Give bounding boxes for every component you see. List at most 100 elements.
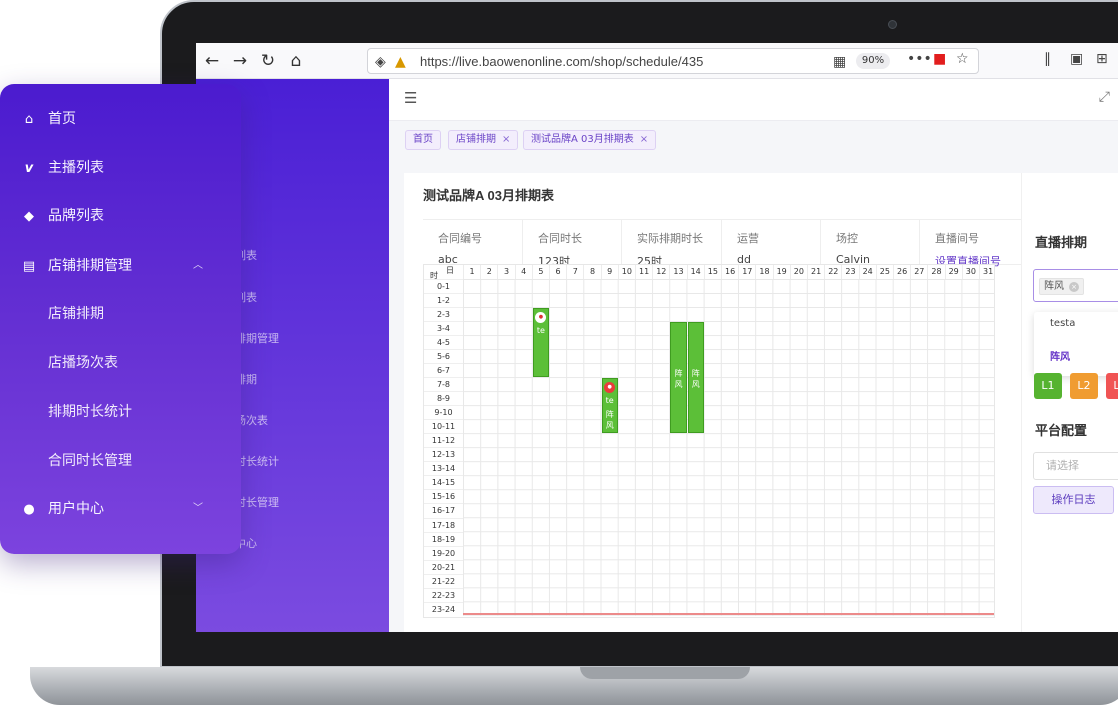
day-label: 19 [772, 265, 790, 279]
day-label: 12 [652, 265, 669, 279]
day-label: 16 [721, 265, 738, 279]
dropdown-option-testa[interactable]: testa [1034, 312, 1118, 336]
hour-label: 12-13 [424, 447, 463, 461]
home-icon[interactable]: ⌂ [286, 51, 306, 71]
sidebar-subitem-contract-duration[interactable]: 合同时长管理 [48, 449, 132, 473]
summary-controller: 场控 Calvin [821, 220, 920, 266]
schedule-panel: 测试品牌A 03月排期表 合同编号 abc 合同时长 123时 实际排期时长 25时 … [404, 173, 1118, 632]
fullscreen-icon[interactable]: ⤢ [1099, 89, 1110, 105]
address-bar[interactable]: ◈ ▲ https://live.baowenonline.com/shop/s… [367, 48, 979, 74]
sidebar-item-shop-schedule[interactable]: ▤ 店铺排期管理 ︿ [20, 254, 221, 278]
star-icon[interactable]: ☆ [956, 51, 969, 67]
day-label: 18 [755, 265, 772, 279]
schedule-event[interactable]: 阵风 [687, 322, 704, 434]
hour-label: 23-24 [424, 601, 463, 616]
main-area: ☰ ⤢ 首页 店铺排期 × 测试品牌A 03月排期表 × 测试品牌A 03月排期表 … [389, 79, 1118, 632]
day-label: 15 [703, 265, 721, 279]
sidebar-item-hosts[interactable]: v 主播列表 [20, 156, 104, 180]
sidebar-icon[interactable]: ▣ [1070, 51, 1083, 67]
hour-label: 21-22 [424, 573, 463, 588]
summary-label: 场控 [836, 232, 858, 245]
level-3-button[interactable]: L3 [1106, 373, 1118, 399]
library-icon[interactable]: ∥ [1044, 51, 1051, 67]
operation-log-button[interactable]: 操作日志 [1033, 486, 1114, 514]
day-label: 1 [463, 265, 480, 279]
hour-label: 0-1 [424, 279, 463, 293]
summary-label: 直播间号 [935, 232, 979, 245]
day-label: 27 [910, 265, 927, 279]
tab-home[interactable]: 首页 [405, 130, 441, 150]
hour-label: 19-20 [424, 545, 463, 560]
hour-label: 9-10 [424, 405, 463, 419]
shield-icon[interactable]: ◈ [375, 54, 386, 70]
hour-label: 10-11 [424, 419, 463, 433]
schedule-event[interactable]: ● te 阵风 [601, 378, 618, 434]
page-title: 测试品牌A 03月排期表 [423, 188, 554, 203]
hour-label: 18-19 [424, 531, 463, 546]
summary-actual-duration: 实际排期时长 25时 [622, 220, 722, 268]
schedule-grid: 日 时 1 2 3 4 5 6 7 8 9 10 11 12 13 14 15 16 17 18 19 20 21 22 2… [423, 264, 995, 618]
crop-icon[interactable]: ⊞ [1096, 51, 1108, 67]
tab-label: 测试品牌A 03月排期表 [531, 134, 634, 145]
axis-corner: 日 时 [424, 265, 463, 280]
contract-summary: 合同编号 abc 合同时长 123时 实际排期时长 25时 运营 dd 场控 Calvin… [423, 219, 1023, 268]
event-label: te [536, 326, 545, 336]
event-label: 阵风 [674, 369, 683, 390]
day-label: 5 [531, 265, 549, 279]
hour-label: 8-9 [424, 391, 463, 405]
event-label: te [605, 396, 614, 406]
sidebar-subitem-sessions[interactable]: 店播场次表 [48, 351, 118, 375]
day-label: 9 [600, 265, 618, 279]
home-icon: ⌂ [24, 112, 34, 127]
forward-icon[interactable]: → [230, 51, 250, 71]
hour-label: 2-3 [424, 307, 463, 321]
dropdown-option-zhenfeng[interactable]: 阵风 [1034, 346, 1118, 370]
zoom-level[interactable]: 90% [856, 53, 890, 69]
schedule-event[interactable]: 阵风 [670, 322, 687, 434]
level-1-button[interactable]: L1 [1034, 373, 1062, 399]
sidebar-item-brands[interactable]: ◆ 品牌列表 [20, 204, 104, 228]
selected-host-chip[interactable]: 阵风 × [1039, 278, 1084, 295]
sidebar-item-label: 用户中心 [48, 501, 104, 517]
day-label: 14 [686, 265, 704, 279]
schedule-event[interactable]: ● te [532, 308, 549, 378]
level-2-button[interactable]: L2 [1070, 373, 1098, 399]
warning-lock-icon[interactable]: ▲ [395, 54, 406, 70]
hour-label: 20-21 [424, 559, 463, 574]
axis-day-label: 日 [446, 266, 454, 275]
more-icon[interactable]: ••• [907, 51, 932, 67]
sidebar-subitem-duration-stats[interactable]: 排期时长统计 [48, 400, 132, 424]
day-label: 25 [875, 265, 893, 279]
browser-screen: ← → ↻ ⌂ ◈ ▲ https://live.baowenonline.co… [196, 43, 1118, 632]
day-label: 13 [669, 265, 686, 279]
summary-label: 运营 [737, 232, 759, 245]
platform-config-title: 平台配置 [1035, 423, 1088, 438]
sidebar-item-home[interactable]: ⌂ 首页 [20, 107, 76, 131]
day-label: 10 [617, 265, 635, 279]
qr-icon[interactable]: ▦ [833, 54, 846, 70]
back-icon[interactable]: ← [202, 51, 222, 71]
hour-label: 22-23 [424, 587, 463, 602]
camera-dot [888, 20, 897, 29]
platform-select[interactable]: 请选择 [1033, 452, 1118, 480]
reload-icon[interactable]: ↻ [258, 51, 278, 71]
summary-label: 合同编号 [438, 232, 482, 245]
close-icon[interactable]: × [640, 134, 648, 145]
tab-current-schedule[interactable]: 测试品牌A 03月排期表 × [523, 130, 657, 150]
day-label: 24 [858, 265, 876, 279]
hour-label: 1-2 [424, 293, 463, 307]
host-select[interactable]: 阵风 × [1033, 269, 1118, 302]
day-label: 8 [583, 265, 600, 279]
day-label: 2 [480, 265, 497, 279]
remove-chip-icon[interactable]: × [1069, 282, 1079, 292]
chip-label: 阵风 [1044, 281, 1064, 292]
event-label: 阵风 [605, 410, 614, 431]
collapse-menu-icon[interactable]: ☰ [404, 89, 417, 107]
tab-store-schedule[interactable]: 店铺排期 × [448, 130, 519, 150]
sidebar-item-label: 店铺排期管理 [48, 258, 132, 274]
sidebar-item-user-center[interactable]: ● 用户中心 ﹀ [20, 497, 221, 521]
summary-label: 实际排期时长 [637, 232, 703, 245]
browser-toolbar: ← → ↻ ⌂ ◈ ▲ https://live.baowenonline.co… [196, 43, 1118, 79]
sidebar-subitem-store-schedule[interactable]: 店铺排期 [48, 302, 104, 326]
close-icon[interactable]: × [502, 134, 510, 145]
